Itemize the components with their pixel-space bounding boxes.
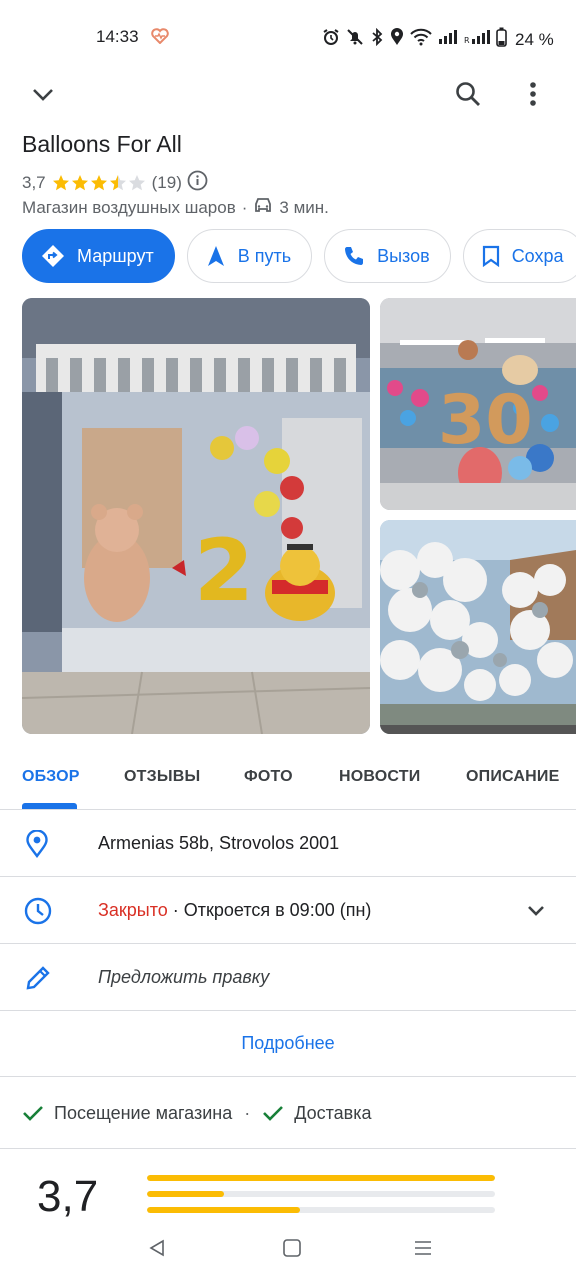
tab-indicator <box>22 803 77 809</box>
start-navigation-button[interactable]: В путь <box>186 229 313 283</box>
battery-percent: 24 % <box>515 29 554 49</box>
call-label: Вызов <box>377 245 430 266</box>
section-divider <box>0 1148 576 1149</box>
status-bar: 14:33 R 24 % <box>0 0 576 70</box>
svg-text:R: R <box>464 36 470 45</box>
address-text: Armenias 58b, Strovolos 2001 <box>98 833 340 853</box>
back-nav-button[interactable] <box>147 1238 167 1263</box>
svg-text:2: 2 <box>194 521 254 621</box>
rating-row[interactable]: 3,7 (19) <box>22 170 208 196</box>
suggest-edit-text: Предложить правку <box>98 967 270 987</box>
rating-summary-value: 3,7 <box>37 1172 99 1221</box>
phone-icon <box>345 247 364 265</box>
chevron-down-icon <box>33 89 53 101</box>
hours-status: Закрыто <box>98 900 168 920</box>
mute-notifications-icon <box>346 28 364 51</box>
rating-bar-fill <box>147 1207 301 1213</box>
feature-separator: · <box>244 1102 251 1123</box>
more-info-link[interactable]: Подробнее <box>0 1011 576 1077</box>
feature-delivery: Доставка <box>294 1102 372 1123</box>
tab-bar: ОБЗОР ОТЗЫВЫ ФОТО НОВОСТИ ОПИСАНИЕ <box>0 752 576 810</box>
tab-updates[interactable]: НОВОСТИ <box>339 768 420 786</box>
search-icon <box>456 82 480 106</box>
battery-icon <box>496 27 507 52</box>
home-nav-button[interactable] <box>282 1238 302 1263</box>
status-icons: R 24 % <box>322 27 554 52</box>
location-icon <box>390 28 404 51</box>
star-icon <box>52 175 69 191</box>
home-square-icon <box>283 1239 301 1257</box>
call-button[interactable]: Вызов <box>324 229 451 283</box>
tab-reviews[interactable]: ОТЗЫВЫ <box>124 768 200 786</box>
storefront-photo[interactable]: 2 <box>22 298 370 734</box>
drive-time: 3 мин. <box>279 197 329 217</box>
tab-overview[interactable]: ОБЗОР <box>22 768 80 786</box>
rating-bar-fill <box>147 1175 495 1181</box>
recents-menu-icon <box>415 1241 431 1255</box>
category-row: Магазин воздушных шаров · 3 мин. <box>22 197 329 218</box>
status-time: 14:33 <box>96 27 139 46</box>
save-label: Сохра <box>511 245 564 266</box>
balloon-wall-photo[interactable] <box>380 520 576 734</box>
collapse-button[interactable] <box>25 76 61 112</box>
system-nav-bar <box>0 1220 576 1280</box>
tab-photos[interactable]: ФОТО <box>244 768 293 786</box>
directions-label: Маршрут <box>77 245 154 266</box>
category-separator: · <box>241 197 248 217</box>
category-label: Магазин воздушных шаров <box>22 197 236 217</box>
back-triangle-icon <box>149 1239 164 1257</box>
info-icon[interactable] <box>187 170 208 196</box>
more-vert-icon <box>530 82 536 106</box>
health-heart-icon <box>151 28 169 49</box>
rating-bar-fill <box>147 1191 224 1197</box>
photo-gallery: 2 30 <box>0 298 576 734</box>
car-icon <box>253 197 273 218</box>
more-options-button[interactable] <box>515 76 551 112</box>
hours-detail: · Откроется в 09:00 (пн) <box>167 900 372 920</box>
rating-stars <box>52 174 147 192</box>
wifi-icon <box>410 28 432 51</box>
recents-nav-button[interactable] <box>413 1238 433 1263</box>
features-row: Посещение магазина · Доставка <box>22 1078 372 1148</box>
hours-text: Закрыто · Откроется в 09:00 (пн) <box>98 900 371 921</box>
check-icon <box>263 1106 284 1121</box>
address-row[interactable]: Armenias 58b, Strovolos 2001 <box>0 811 576 877</box>
review-count: (19) <box>151 173 182 192</box>
suggest-edit-row[interactable]: Предложить правку <box>0 945 576 1011</box>
tab-about[interactable]: ОПИСАНИЕ <box>466 768 559 786</box>
place-title: Balloons For All <box>22 131 182 157</box>
star-icon <box>71 175 88 191</box>
rating-bar-4 <box>147 1191 495 1197</box>
bookmark-icon <box>482 245 499 267</box>
alarm-icon <box>322 28 340 51</box>
action-chips: Маршрут В путь Вызов Сохра <box>22 229 576 283</box>
check-icon <box>23 1106 43 1121</box>
place-pin-icon <box>24 829 50 863</box>
store-interior-photo[interactable]: 30 <box>380 298 576 510</box>
signal-icon <box>438 29 458 50</box>
directions-icon <box>42 245 64 267</box>
feature-in-store: Посещение магазина <box>54 1102 233 1123</box>
star-icon <box>128 175 145 191</box>
start-navigation-label: В путь <box>237 245 292 266</box>
expand-hours-icon[interactable] <box>526 902 546 925</box>
clock-icon <box>24 897 52 930</box>
navigation-icon <box>207 246 224 266</box>
bluetooth-icon <box>370 27 384 51</box>
save-button[interactable]: Сохра <box>462 229 576 283</box>
rating-bar-5 <box>147 1175 495 1181</box>
star-icon <box>109 175 126 191</box>
star-icon <box>90 175 107 191</box>
hours-row[interactable]: Закрыто · Откроется в 09:00 (пн) <box>0 878 576 944</box>
directions-button[interactable]: Маршрут <box>22 229 175 283</box>
rating-value: 3,7 <box>22 173 46 192</box>
signal-roaming-icon: R <box>464 29 490 50</box>
rating-bar-3 <box>147 1207 495 1213</box>
edit-pencil-icon <box>24 964 52 997</box>
search-button[interactable] <box>450 76 486 112</box>
